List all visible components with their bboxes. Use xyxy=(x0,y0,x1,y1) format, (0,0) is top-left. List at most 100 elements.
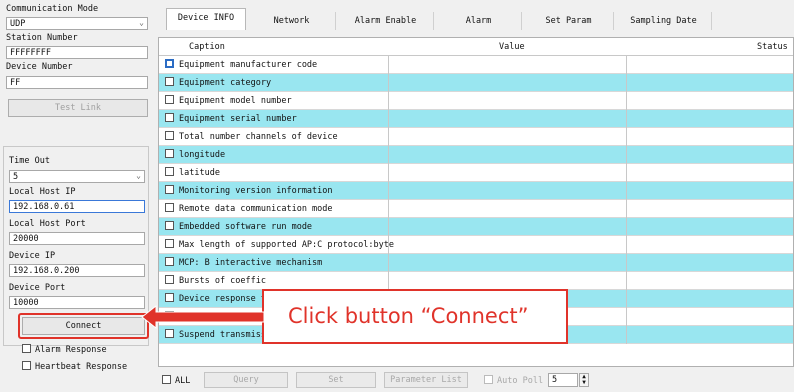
table-row[interactable]: Remote data communication mode xyxy=(159,200,793,218)
tab-alarm-enable[interactable]: Alarm Enable xyxy=(338,12,434,30)
table-row[interactable]: Equipment serial number xyxy=(159,110,793,128)
value-cell xyxy=(389,56,627,74)
alarm-response-label: Alarm Response xyxy=(35,345,107,355)
caption-cell: Equipment manufacturer code xyxy=(159,56,389,74)
station-number-field[interactable]: FFFFFFFF xyxy=(6,46,148,59)
row-checkbox[interactable] xyxy=(165,131,174,140)
spin-arrows-icon[interactable]: ▲ ▼ xyxy=(579,373,589,387)
device-ip-field[interactable]: 192.168.0.200 xyxy=(9,264,145,277)
caption-column-header: Caption xyxy=(189,42,225,52)
value-cell xyxy=(389,254,627,272)
caption-cell: Bursts of coeffic xyxy=(159,272,389,290)
timeout-select[interactable]: 5 ⌄ xyxy=(9,170,145,183)
row-checkbox[interactable] xyxy=(165,275,174,284)
test-link-button[interactable]: Test Link xyxy=(8,99,148,117)
tab-bar: Device INFO Network Alarm Enable Alarm S… xyxy=(154,8,794,30)
caption-cell: longitude xyxy=(159,146,389,164)
row-caption: Device response t xyxy=(179,294,266,304)
value-cell xyxy=(389,200,627,218)
tab-set-param[interactable]: Set Param xyxy=(524,12,614,30)
row-checkbox[interactable] xyxy=(165,257,174,266)
row-checkbox[interactable] xyxy=(165,77,174,86)
comm-mode-value: UDP xyxy=(10,19,26,29)
row-checkbox[interactable] xyxy=(165,203,174,212)
device-port-label: Device Port xyxy=(9,283,66,293)
device-number-label: Device Number xyxy=(6,62,73,72)
value-cell xyxy=(389,74,627,92)
table-row[interactable]: Equipment model number xyxy=(159,92,793,110)
row-caption: Remote data communication mode xyxy=(179,204,333,214)
row-checkbox[interactable] xyxy=(165,293,174,302)
table-row[interactable]: longitude xyxy=(159,146,793,164)
table-row[interactable]: Monitoring version information xyxy=(159,182,793,200)
table-row[interactable]: Embedded software run mode xyxy=(159,218,793,236)
value-cell xyxy=(389,218,627,236)
table-row[interactable]: Total number channels of device xyxy=(159,128,793,146)
value-cell xyxy=(389,182,627,200)
checkbox-icon xyxy=(22,361,31,370)
row-checkbox[interactable] xyxy=(165,113,174,122)
device-number-field[interactable]: FF xyxy=(6,76,148,89)
row-caption: Equipment manufacturer code xyxy=(179,60,318,70)
table-row[interactable]: Max length of supported AP:C protocol:by… xyxy=(159,236,793,254)
row-caption: Max length of supported AP:C protocol:by… xyxy=(179,240,394,250)
row-caption: Monitoring version information xyxy=(179,186,333,196)
auto-poll-checkbox[interactable]: Auto Poll xyxy=(484,375,543,386)
row-caption: Equipment category xyxy=(179,78,272,88)
comm-mode-select[interactable]: UDP ⌄ xyxy=(6,17,148,30)
row-caption: Embedded software run mode xyxy=(179,222,313,232)
row-checkbox[interactable] xyxy=(165,59,174,68)
table-row[interactable]: Equipment category xyxy=(159,74,793,92)
row-caption: longitude xyxy=(179,150,226,160)
tab-sampling-date[interactable]: Sampling Date xyxy=(616,12,712,30)
tab-network[interactable]: Network xyxy=(248,12,336,30)
row-checkbox[interactable] xyxy=(165,221,174,230)
timeout-value: 5 xyxy=(13,172,19,182)
row-checkbox[interactable] xyxy=(165,185,174,194)
auto-poll-label: Auto Poll xyxy=(497,376,544,386)
value-cell xyxy=(389,236,627,254)
caption-cell: Equipment category xyxy=(159,74,389,92)
tab-device-info[interactable]: Device INFO xyxy=(166,8,246,30)
local-host-port-label: Local Host Port xyxy=(9,219,86,229)
checkbox-icon xyxy=(22,344,31,353)
table-row[interactable]: latitude xyxy=(159,164,793,182)
device-port-field[interactable]: 10000 xyxy=(9,296,145,309)
row-checkbox[interactable] xyxy=(165,329,174,338)
table-row[interactable]: Bursts of coeffic xyxy=(159,272,793,290)
row-caption: Bursts of coeffic xyxy=(179,276,266,286)
row-checkbox[interactable] xyxy=(165,239,174,248)
heartbeat-response-checkbox[interactable]: Heartbeat Response xyxy=(22,361,127,372)
row-checkbox[interactable] xyxy=(165,149,174,158)
table-row[interactable]: MCP: B interactive mechanism xyxy=(159,254,793,272)
caption-cell: MCP: B interactive mechanism xyxy=(159,254,389,272)
row-checkbox[interactable] xyxy=(165,167,174,176)
alarm-response-checkbox[interactable]: Alarm Response xyxy=(22,344,107,355)
row-caption: Equipment serial number xyxy=(179,114,297,124)
local-host-ip-field[interactable]: 192.168.0.61 xyxy=(9,200,145,213)
caption-cell: Max length of supported AP:C protocol:by… xyxy=(159,236,394,254)
all-label: ALL xyxy=(175,376,191,386)
heartbeat-response-label: Heartbeat Response xyxy=(35,362,128,372)
grid-header: Caption Value Status xyxy=(159,38,793,56)
caption-cell: Equipment serial number xyxy=(159,110,389,128)
parameter-list-button[interactable]: Parameter List xyxy=(384,372,468,388)
all-checkbox[interactable]: ALL xyxy=(162,375,190,386)
connect-highlight-box xyxy=(18,313,149,339)
table-row[interactable]: Equipment manufacturer code xyxy=(159,56,793,74)
value-cell xyxy=(389,272,627,290)
row-caption: latitude xyxy=(179,168,220,178)
caption-cell: Monitoring version information xyxy=(159,182,389,200)
local-host-port-field[interactable]: 20000 xyxy=(9,232,145,245)
bottom-toolbar: ALL Query Set Parameter List Auto Poll 5… xyxy=(158,366,794,392)
caption-cell: Remote data communication mode xyxy=(159,200,389,218)
auto-poll-interval-field[interactable]: 5 xyxy=(548,373,578,387)
row-checkbox[interactable] xyxy=(165,95,174,104)
caption-cell: Embedded software run mode xyxy=(159,218,389,236)
set-button[interactable]: Set xyxy=(296,372,376,388)
tab-alarm[interactable]: Alarm xyxy=(436,12,522,30)
query-button[interactable]: Query xyxy=(204,372,288,388)
value-cell xyxy=(389,110,627,128)
checkbox-icon xyxy=(162,375,171,384)
device-ip-label: Device IP xyxy=(9,251,56,261)
